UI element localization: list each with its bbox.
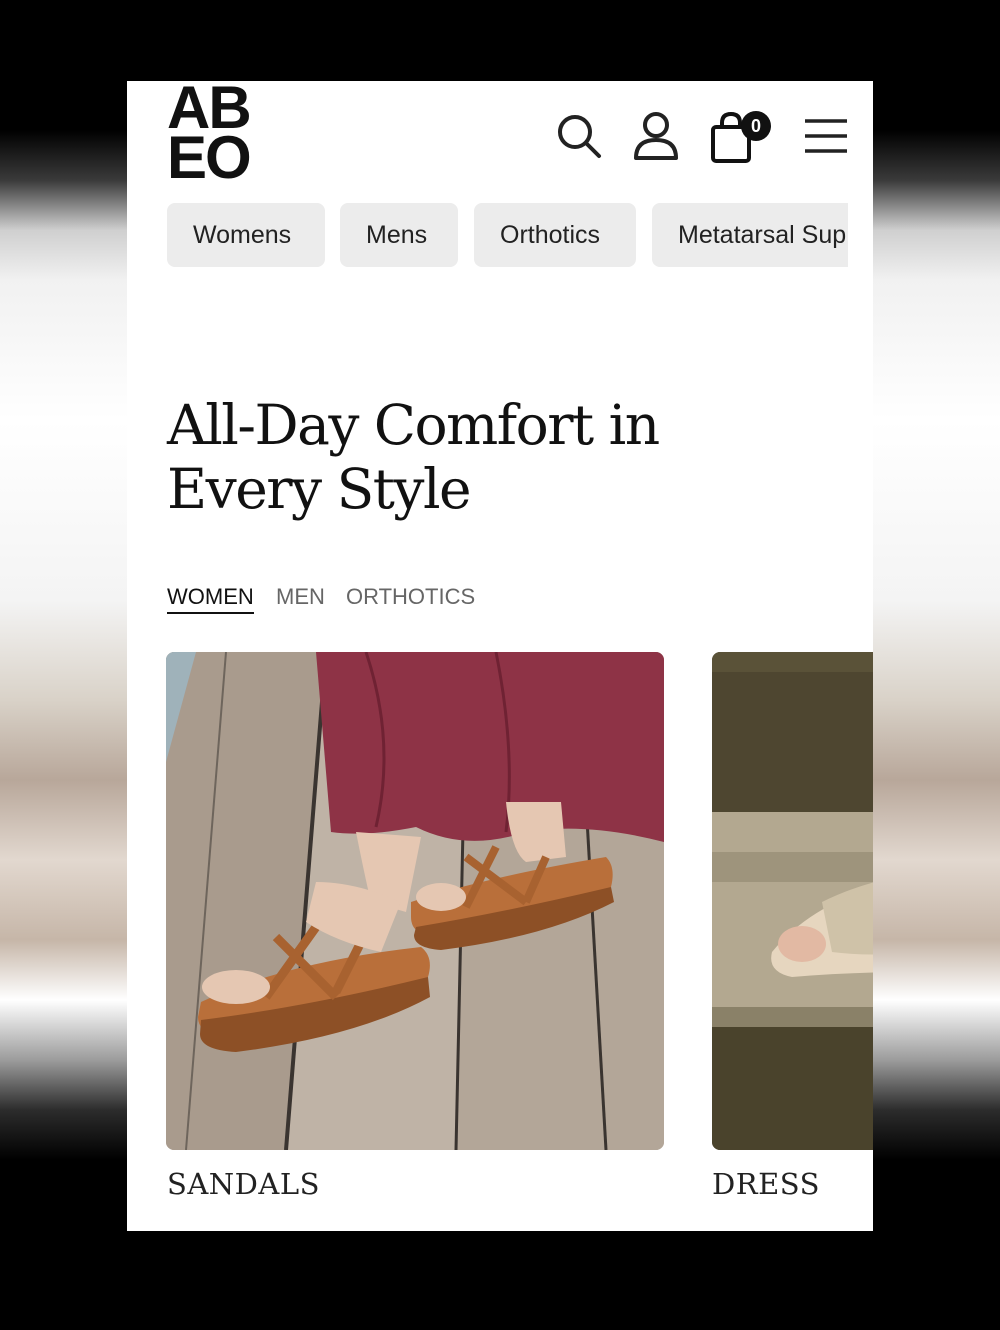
hero-title-line-1: All-Day Comfort in	[167, 393, 660, 457]
product-card-sandals[interactable]	[166, 652, 664, 1150]
brand-logo[interactable]: AB EO	[167, 81, 277, 191]
product-label-dress[interactable]: DRESS	[712, 1167, 820, 1201]
user-icon	[634, 112, 678, 160]
search-button[interactable]	[552, 109, 606, 163]
tab-women[interactable]: WOMEN	[167, 584, 254, 614]
dress-photo	[712, 652, 873, 1150]
sandals-image[interactable]	[166, 652, 664, 1150]
menu-button[interactable]	[799, 109, 853, 163]
category-metatarsal[interactable]: Metatarsal Sup	[652, 203, 848, 267]
product-card-dress[interactable]	[712, 652, 873, 1150]
category-womens[interactable]: Womens	[167, 203, 325, 267]
hero-title: All-Day Comfort in Every Style	[167, 393, 787, 521]
category-mens[interactable]: Mens	[340, 203, 458, 267]
dress-image[interactable]	[712, 652, 873, 1150]
category-nav: Womens Mens Orthotics Metatarsal Sup	[167, 203, 848, 267]
tab-men[interactable]: MEN	[276, 584, 325, 610]
app-screen: AB EO 0 Womens Mens Orthotics Metatarsal…	[127, 81, 873, 1231]
search-icon	[558, 115, 601, 158]
cart-button[interactable]: 0	[707, 107, 777, 167]
sandals-photo	[166, 652, 664, 1150]
tab-orthotics[interactable]: ORTHOTICS	[346, 584, 475, 610]
logo-line-2: EO	[167, 124, 252, 191]
hero-title-line-2: Every Style	[167, 457, 472, 521]
category-orthotics[interactable]: Orthotics	[474, 203, 636, 267]
product-label-sandals[interactable]: SANDALS	[167, 1167, 320, 1201]
account-button[interactable]	[629, 109, 683, 163]
menu-icon	[805, 119, 847, 153]
cart-count-badge: 0	[741, 111, 771, 141]
